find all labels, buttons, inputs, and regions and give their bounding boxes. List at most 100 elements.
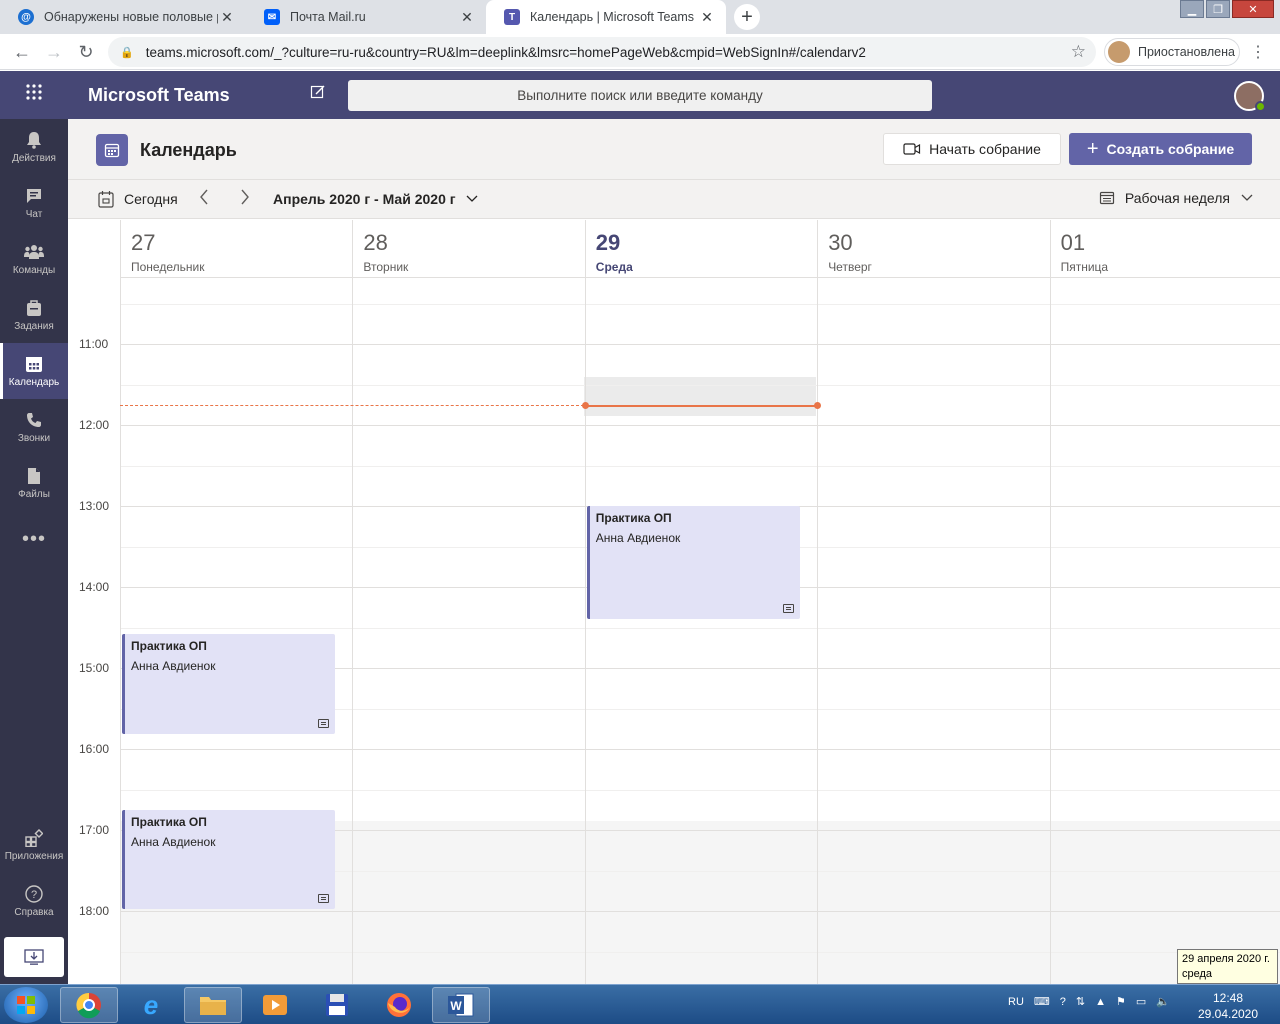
half-hour-gridline — [120, 303, 1280, 305]
browser-tab-mail[interactable]: ✉ Почта Mail.ru ✕ — [246, 0, 486, 34]
taskbar-firefox[interactable] — [370, 987, 428, 1023]
today-button[interactable]: Сегодня — [98, 190, 178, 208]
action-center-flag-icon[interactable]: ⚑ — [1116, 995, 1126, 1008]
weekday-name: Понедельник — [131, 260, 205, 274]
browser-tab-teams-calendar[interactable]: T Календарь | Microsoft Teams ✕ — [486, 0, 726, 34]
day-header[interactable]: 30 Четверг — [817, 220, 1050, 278]
taskbar-media-player[interactable] — [246, 987, 304, 1023]
day-column-divider — [352, 278, 354, 984]
taskbar-save-app[interactable] — [308, 987, 366, 1023]
meeting-details-icon — [318, 894, 330, 903]
reload-button[interactable]: ↻ — [74, 41, 98, 63]
taskbar-internet-explorer[interactable]: e — [122, 987, 180, 1023]
current-time-line-dashed — [120, 404, 584, 406]
day-column-divider — [817, 278, 819, 984]
browser-tab-mail-news[interactable]: @ Обнаружены новые половые р ✕ — [0, 0, 246, 34]
rail-item-assignments[interactable]: Задания — [0, 287, 68, 343]
rail-label: Приложения — [4, 851, 64, 862]
close-icon[interactable]: ✕ — [698, 9, 716, 26]
profile-button[interactable]: Приостановлена — [1104, 38, 1240, 66]
rail-item-activity[interactable]: Действия — [0, 119, 68, 175]
current-time-dot — [814, 401, 822, 409]
previous-week-button[interactable] — [198, 188, 210, 211]
show-hidden-icons-icon[interactable]: ▲ — [1095, 996, 1106, 1008]
day-header[interactable]: 27 Понедельник — [120, 220, 353, 278]
next-week-button[interactable] — [239, 188, 251, 211]
back-button[interactable]: ← — [10, 41, 34, 63]
start-meeting-label: Начать собрание — [929, 141, 1041, 157]
taskbar-explorer[interactable] — [184, 987, 242, 1023]
day-header[interactable]: 28 Вторник — [352, 220, 585, 278]
close-icon[interactable]: ✕ — [218, 9, 236, 26]
taskbar-word[interactable]: W — [432, 987, 490, 1023]
profile-status: Приостановлена — [1138, 45, 1235, 59]
day-header[interactable]: 29 Среда — [584, 220, 818, 278]
half-hour-gridline — [120, 465, 1280, 467]
current-time-line — [584, 404, 816, 407]
help-tray-icon[interactable]: ? — [1060, 996, 1066, 1008]
close-icon[interactable]: ✕ — [458, 9, 476, 26]
create-meeting-button[interactable]: + Создать собрание — [1069, 133, 1252, 165]
firefox-icon — [387, 993, 411, 1017]
start-meeting-button[interactable]: Начать собрание — [883, 133, 1061, 165]
rail-item-apps[interactable]: Приложения — [0, 817, 68, 873]
time-label: 17:00 — [79, 823, 110, 837]
new-chat-icon[interactable] — [310, 84, 326, 105]
rail-item-calls[interactable]: Звонки — [0, 399, 68, 455]
rail-item-help[interactable]: ? Справка — [0, 873, 68, 929]
address-bar[interactable]: 🔒 teams.microsoft.com/_?culture=ru-ru&co… — [108, 37, 1096, 67]
download-app-button[interactable] — [4, 937, 64, 977]
chevron-left-icon — [200, 189, 208, 205]
download-icon — [24, 949, 44, 965]
calendar-event[interactable]: Практика ОП Анна Авдиенок — [122, 634, 336, 734]
bookmark-star-icon[interactable]: ☆ — [1071, 42, 1086, 62]
display-icon[interactable]: ▭ — [1136, 995, 1146, 1008]
calendar-event[interactable]: Практика ОП Анна Авдиенок — [586, 506, 801, 619]
language-indicator[interactable]: RU — [1008, 996, 1024, 1008]
search-input[interactable]: Выполните поиск или введите команду — [348, 80, 932, 111]
network-tray-icon[interactable]: ⇅ — [1076, 995, 1085, 1008]
app-launcher-icon[interactable] — [22, 83, 46, 107]
time-label: 15:00 — [79, 661, 110, 675]
rail-item-files[interactable]: Файлы — [0, 455, 68, 511]
volume-icon[interactable]: 🔈 — [1156, 995, 1170, 1008]
hour-gridline — [120, 749, 1280, 750]
day-column-divider — [584, 278, 586, 984]
forward-button[interactable]: → — [42, 41, 66, 63]
window-close-button[interactable]: ✕ — [1232, 0, 1274, 18]
svg-text:?: ? — [31, 889, 37, 901]
day-header[interactable]: 01 Пятница — [1049, 220, 1280, 278]
keyboard-icon[interactable]: ⌨ — [1034, 995, 1050, 1008]
teams-icon — [24, 242, 44, 262]
chrome-icon — [76, 992, 101, 1019]
app-rail: Действия Чат Команды Задания Календарь З… — [0, 119, 68, 984]
rail-item-calendar[interactable]: Календарь — [0, 343, 68, 399]
taskbar-clock[interactable]: 12:48 29.04.2020 — [1196, 990, 1260, 1022]
internet-explorer-icon: e — [143, 989, 159, 1020]
weekday-name: Среда — [595, 260, 633, 274]
calendar-today-icon — [98, 191, 114, 208]
calendar-event[interactable]: Практика ОП Анна Авдиенок — [122, 809, 336, 909]
rail-label: Команды — [12, 265, 56, 276]
minimize-button[interactable]: ▁ — [1180, 0, 1204, 18]
presence-status-icon — [1255, 101, 1266, 112]
browser-tabstrip: @ Обнаружены новые половые р ✕ ✉ Почта M… — [0, 0, 1280, 34]
current-time-slot — [584, 377, 816, 416]
date-range-dropdown[interactable]: Апрель 2020 г - Май 2020 г — [273, 191, 479, 207]
rail-label: Действия — [12, 153, 56, 164]
maximize-button[interactable]: ❐ — [1206, 0, 1230, 18]
rail-item-chat[interactable]: Чат — [0, 175, 68, 231]
new-tab-button[interactable]: + — [734, 4, 760, 30]
profile-avatar — [1108, 41, 1130, 63]
rail-item-teams[interactable]: Команды — [0, 231, 68, 287]
hour-gridline — [120, 344, 1280, 345]
browser-menu-icon[interactable]: ⋮ — [1250, 42, 1266, 62]
taskbar-chrome[interactable] — [60, 987, 118, 1023]
clock-time: 12:48 — [1212, 991, 1244, 1005]
view-selector[interactable]: Рабочая неделя — [1099, 190, 1254, 206]
tab-title: Почта Mail.ru — [290, 10, 366, 24]
day-number: 01 — [1060, 230, 1086, 255]
start-button[interactable] — [4, 987, 48, 1023]
rail-more-button[interactable]: ••• — [0, 511, 68, 567]
week-grid[interactable]: 11:00 12:00 13:00 14:00 15:00 16:00 17:00 18:00… — [68, 220, 1280, 984]
